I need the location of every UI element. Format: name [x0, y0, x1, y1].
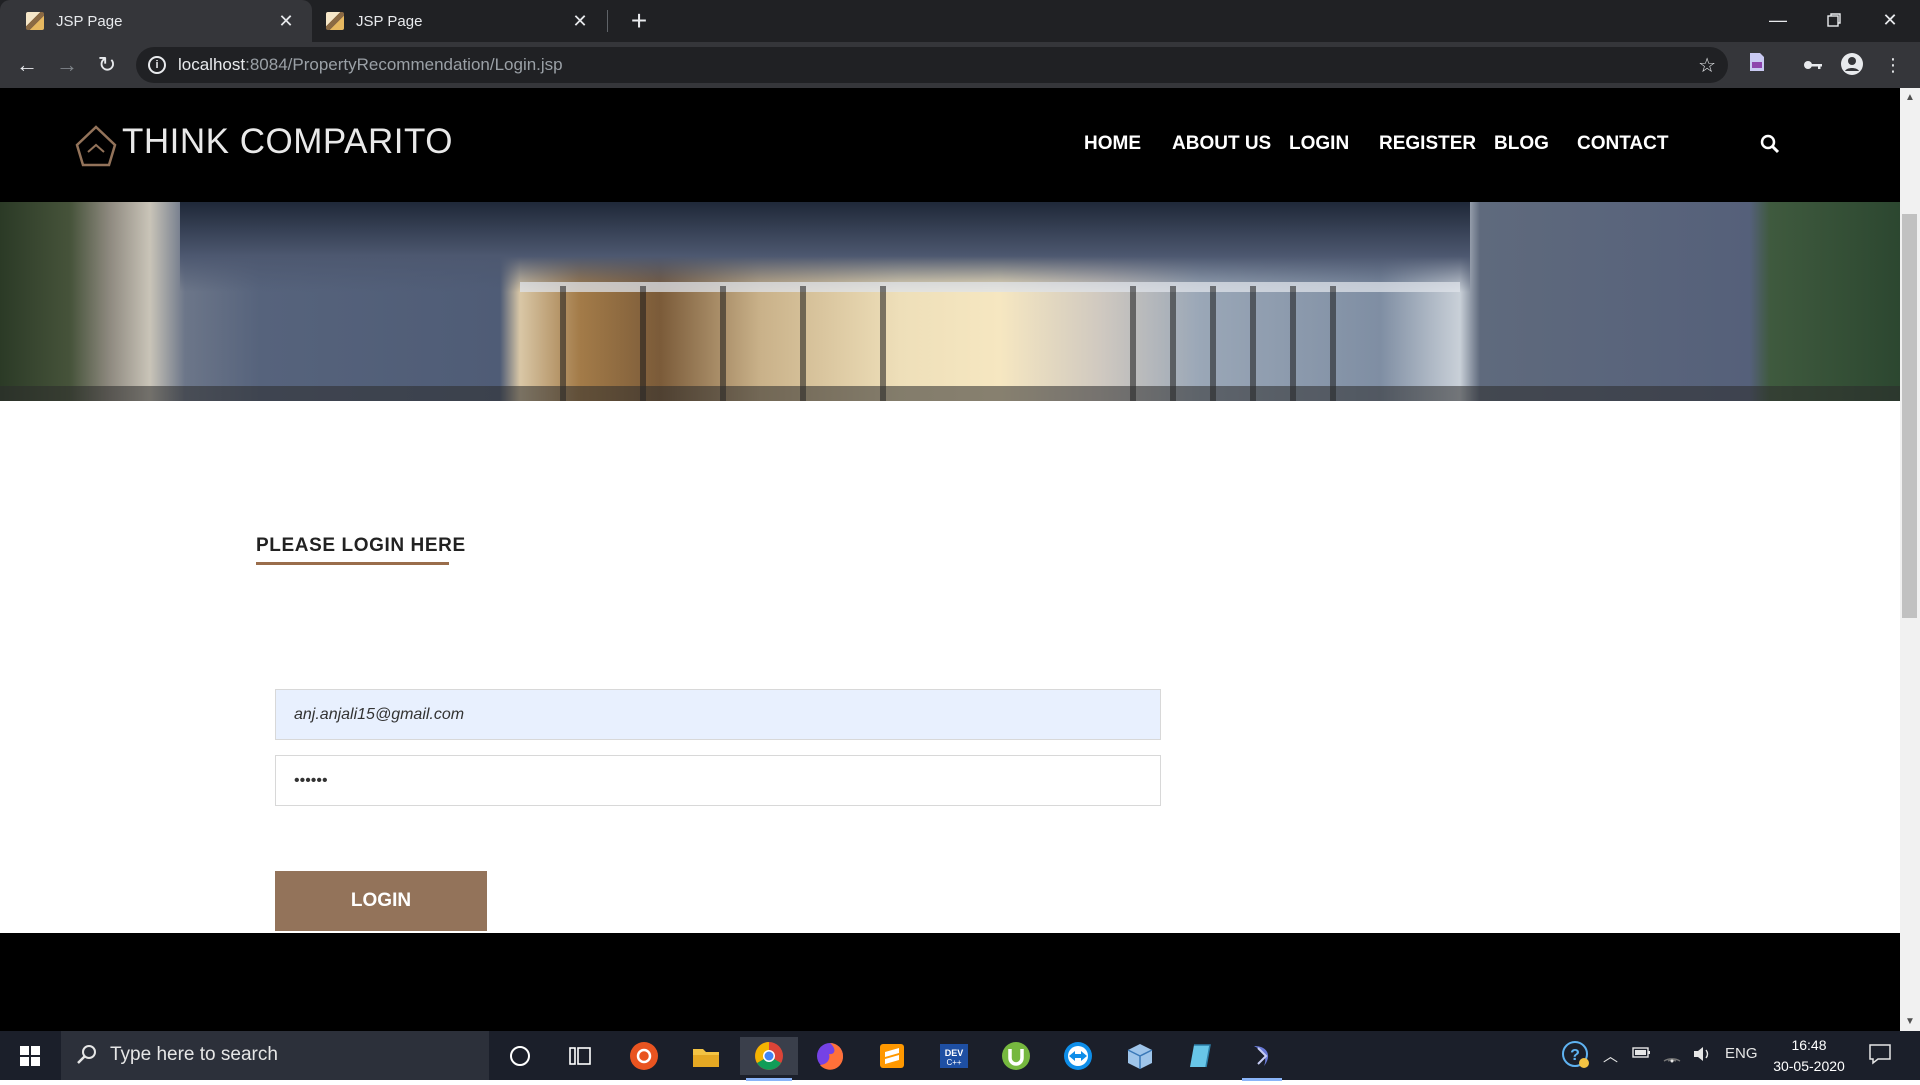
- chevron-up-icon[interactable]: ︿: [1603, 1045, 1618, 1066]
- svg-text:DEV: DEV: [945, 1048, 964, 1058]
- back-arrow-icon[interactable]: ←: [12, 50, 42, 80]
- svg-text:C++: C++: [946, 1058, 961, 1067]
- help-update-icon[interactable]: ?: [1562, 1041, 1590, 1073]
- site-info-icon[interactable]: i: [148, 56, 166, 74]
- heading-underline: [256, 562, 449, 565]
- login-heading: PLEASE LOGIN HERE: [256, 535, 466, 556]
- address-bar[interactable]: i localhost:8084/PropertyRecommendation/…: [136, 47, 1728, 83]
- virtualbox-icon[interactable]: [1114, 1037, 1166, 1075]
- url-text[interactable]: localhost:8084/PropertyRecommendation/Lo…: [178, 55, 563, 75]
- restore-icon[interactable]: [1806, 0, 1862, 40]
- new-tab-plus-icon[interactable]: +: [622, 4, 656, 38]
- password-field[interactable]: [275, 755, 1161, 806]
- taskbar-search-placeholder: Type here to search: [110, 1044, 278, 1065]
- notepad-icon[interactable]: [1174, 1037, 1226, 1075]
- netbeans-icon[interactable]: [1236, 1037, 1288, 1081]
- taskbar-search-box[interactable]: Type here to search: [61, 1031, 489, 1080]
- site-header: THINK COMPARITO HOME ABOUT US LOGIN REGI…: [0, 88, 1900, 202]
- teamviewer-icon[interactable]: [1052, 1037, 1104, 1075]
- window-close-icon[interactable]: ✕: [1862, 0, 1918, 40]
- browser-tab[interactable]: JSP Page ✕: [300, 0, 606, 42]
- email-field[interactable]: [275, 689, 1161, 740]
- windows-start-icon[interactable]: [0, 1031, 60, 1080]
- scroll-down-arrow-icon[interactable]: ▼: [1904, 1016, 1916, 1027]
- pdf-extension-icon[interactable]: [1744, 52, 1770, 78]
- minimize-icon[interactable]: —: [1750, 0, 1806, 40]
- browser-tab-active[interactable]: JSP Page ✕: [0, 0, 312, 42]
- nav-blog[interactable]: BLOG: [1494, 133, 1549, 155]
- firefox-icon[interactable]: [804, 1037, 856, 1075]
- nav-contact[interactable]: CONTACT: [1577, 133, 1668, 155]
- cortana-icon[interactable]: [494, 1037, 546, 1075]
- login-button[interactable]: LOGIN: [275, 871, 487, 931]
- sublime-text-icon[interactable]: [866, 1037, 918, 1075]
- devcpp-icon[interactable]: DEV C++: [928, 1037, 980, 1075]
- tab-favicon-icon: [26, 12, 44, 30]
- site-brand-name[interactable]: THINK COMPARITO: [122, 122, 453, 162]
- forward-arrow-icon[interactable]: →: [52, 50, 82, 80]
- tab-close-icon[interactable]: ✕: [568, 11, 592, 32]
- tab-separator: [607, 10, 608, 32]
- search-icon[interactable]: [1758, 132, 1782, 156]
- profile-avatar-icon[interactable]: [1839, 52, 1865, 78]
- magnifier-icon: [77, 1045, 96, 1064]
- windows-taskbar: Type here to search DEV C++ ? ︿ ENG 16:48…: [0, 1031, 1920, 1081]
- nav-login[interactable]: LOGIN: [1289, 133, 1349, 155]
- clock-date: 30-05-2020: [1773, 1058, 1845, 1074]
- chrome-icon[interactable]: [740, 1037, 798, 1081]
- clock-time: 16:48: [1791, 1037, 1827, 1053]
- ubuntu-icon[interactable]: [618, 1037, 670, 1075]
- tab-favicon-icon: [326, 12, 344, 30]
- task-view-icon[interactable]: [554, 1037, 606, 1075]
- browser-tab-strip: JSP Page ✕ JSP Page ✕ + — ✕: [0, 0, 1920, 42]
- browser-toolbar: ← → ↻ i localhost:8084/PropertyRecommend…: [0, 42, 1920, 88]
- svg-text:?: ?: [1570, 1047, 1580, 1064]
- house-logo-icon[interactable]: [74, 124, 118, 168]
- reload-icon[interactable]: ↻: [92, 50, 122, 80]
- nav-register[interactable]: REGISTER: [1379, 133, 1476, 155]
- site-footer: [0, 933, 1900, 1031]
- volume-icon[interactable]: [1692, 1045, 1712, 1067]
- nav-home[interactable]: HOME: [1084, 133, 1141, 155]
- scrollbar-thumb[interactable]: [1902, 214, 1917, 618]
- key-password-icon[interactable]: [1800, 52, 1826, 78]
- language-indicator[interactable]: ENG: [1725, 1045, 1758, 1062]
- bookmark-star-icon[interactable]: ☆: [1698, 53, 1716, 78]
- page-viewport: THINK COMPARITO HOME ABOUT US LOGIN REGI…: [0, 88, 1900, 1031]
- hero-banner-image: [0, 202, 1900, 401]
- tab-title: JSP Page: [356, 12, 423, 30]
- nav-about-us[interactable]: ABOUT US: [1172, 133, 1271, 155]
- chrome-menu-icon[interactable]: ⋮: [1880, 52, 1906, 78]
- battery-icon[interactable]: [1632, 1045, 1652, 1063]
- file-explorer-icon[interactable]: [680, 1037, 732, 1075]
- tab-close-icon[interactable]: ✕: [274, 11, 298, 32]
- utorrent-icon[interactable]: [990, 1037, 1042, 1075]
- system-clock[interactable]: 16:48 30-05-2020: [1764, 1035, 1854, 1077]
- notification-center-icon[interactable]: [1868, 1043, 1892, 1069]
- wifi-icon[interactable]: [1662, 1045, 1682, 1067]
- tab-title: JSP Page: [56, 12, 123, 30]
- scroll-up-arrow-icon[interactable]: ▲: [1904, 92, 1916, 103]
